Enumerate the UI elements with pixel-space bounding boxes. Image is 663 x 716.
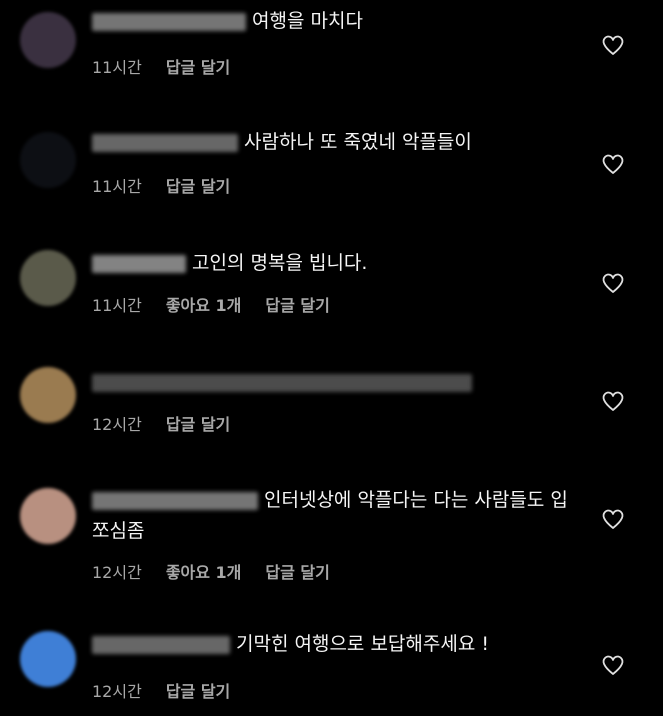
comment-text: 사람하나 또 죽였네 악플들이 [244,131,472,153]
comment-body: 고인의 명복을 빕니다. [92,248,593,279]
username-blurred[interactable] [92,373,472,392]
comment-body: 여행을 마치다 [92,6,593,37]
comment-meta: 11시간 답글 달기 [92,173,254,197]
comment-body: 사람하나 또 죽였네 악플들이 [92,127,593,158]
heart-icon[interactable] [601,390,625,412]
reply-button[interactable]: 답글 달기 [265,563,329,582]
avatar[interactable] [20,488,76,544]
comment-meta: 11시간 좋아요 1개 답글 달기 [92,292,354,316]
comment-time: 12시간 [92,682,142,701]
comment-meta: 12시간 답글 달기 [92,678,254,702]
comment-meta: 11시간 답글 달기 [92,54,254,78]
username-blurred[interactable] [92,12,246,31]
comment-time: 11시간 [92,58,142,77]
comment-body: 인터넷상에 악플다는 다는 사람들도 입쪼심좀 [92,485,572,547]
heart-icon[interactable] [601,272,625,294]
comment-time: 12시간 [92,563,142,582]
comment-body [92,367,593,398]
reply-button[interactable]: 답글 달기 [166,58,230,77]
likes-count[interactable]: 좋아요 1개 [166,296,242,315]
avatar[interactable] [20,631,76,687]
avatar[interactable] [20,132,76,188]
username-blurred[interactable] [92,491,258,510]
reply-button[interactable]: 답글 달기 [166,682,230,701]
heart-icon[interactable] [601,654,625,676]
avatar[interactable] [20,12,76,68]
likes-count[interactable]: 좋아요 1개 [166,563,242,582]
reply-button[interactable]: 답글 달기 [166,415,230,434]
heart-icon[interactable] [601,34,625,56]
comment-time: 11시간 [92,177,142,196]
avatar[interactable] [20,250,76,306]
username-blurred[interactable] [92,133,238,152]
username-blurred[interactable] [92,635,230,654]
heart-icon[interactable] [601,153,625,175]
comment-meta: 12시간 좋아요 1개 답글 달기 [92,559,354,583]
comment-text: 여행을 마치다 [252,10,363,32]
comment-body: 기막힌 여행으로 보답해주세요 ! [92,629,593,660]
avatar[interactable] [20,367,76,423]
comment-text: 기막힌 여행으로 보답해주세요 ! [236,633,489,655]
comment-text: 고인의 명복을 빕니다. [192,252,368,274]
heart-icon[interactable] [601,508,625,530]
comment-time: 11시간 [92,296,142,315]
reply-button[interactable]: 답글 달기 [166,177,230,196]
username-blurred[interactable] [92,254,186,273]
reply-button[interactable]: 답글 달기 [265,296,329,315]
comment-time: 12시간 [92,415,142,434]
comment-meta: 12시간 답글 달기 [92,411,254,435]
